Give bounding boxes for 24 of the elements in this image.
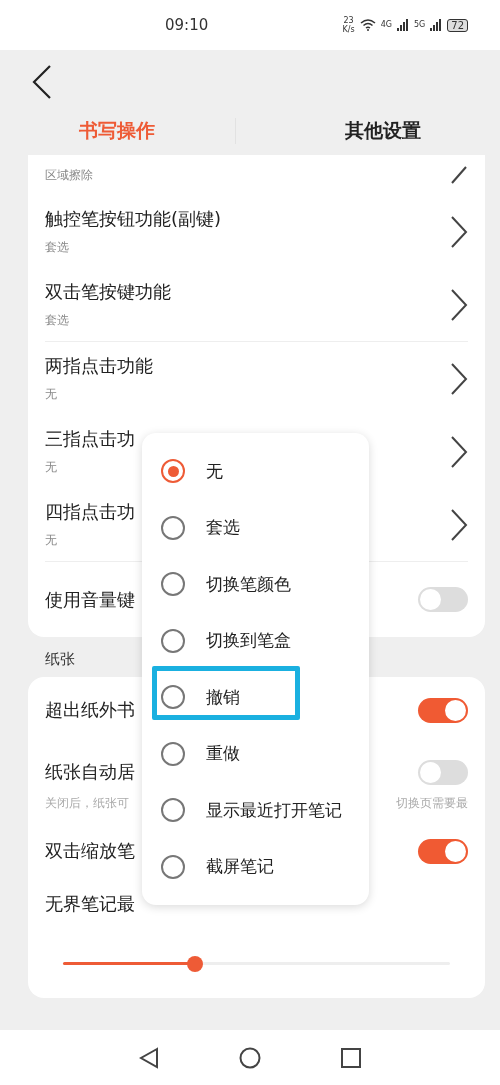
setting-title: 超出纸外书: [45, 698, 135, 722]
status-time: 09:10: [165, 16, 209, 34]
setting-title: 双击笔按键功能: [45, 280, 171, 304]
setting-description: 切换页需要最: [396, 795, 468, 812]
setting-value: 套选: [45, 239, 69, 256]
setting-title: 三指点击功: [45, 427, 135, 451]
battery-level: 72: [447, 18, 468, 32]
setting-value: 无: [45, 386, 57, 403]
setting-title: 触控笔按钮功能(副键): [45, 207, 222, 231]
setting-title: 使用音量键: [45, 587, 135, 612]
setting-value: 区域擦除: [45, 166, 93, 184]
setting-value: 套选: [45, 312, 69, 329]
network-label: 5G: [413, 20, 426, 29]
setting-title: 纸张自动居: [45, 760, 135, 784]
setting-description: 关闭后，纸张可: [45, 795, 129, 812]
section-title: 纸张: [45, 650, 75, 669]
setting-title: 两指点击功能: [45, 354, 153, 378]
setting-value: 无: [45, 459, 57, 476]
setting-value: 无: [45, 532, 57, 549]
setting-title: 无界笔记最: [45, 892, 136, 916]
setting-title: 双击缩放笔: [45, 839, 135, 863]
setting-title: 四指点击功: [45, 500, 135, 524]
network-speed: 23 K/s: [342, 16, 355, 34]
network-label: 4G: [380, 20, 392, 29]
